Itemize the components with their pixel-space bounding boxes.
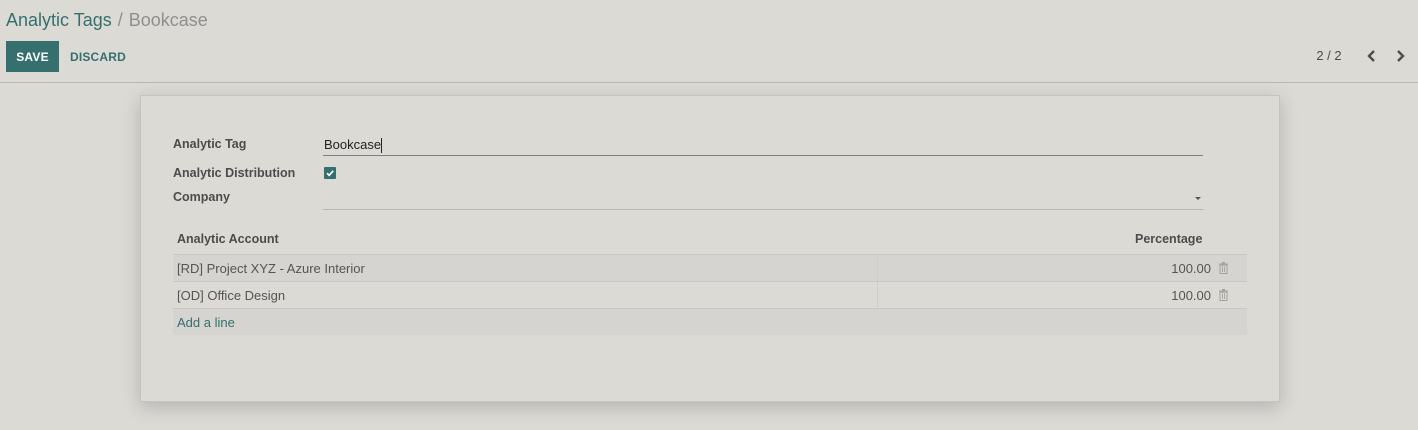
discard-button[interactable]: DISCARD: [62, 41, 134, 72]
control-panel: Analytic Tags / Bookcase SAVE DISCARD 2 / …: [0, 0, 1418, 83]
trash-icon[interactable]: [1218, 289, 1229, 302]
text-cursor: [381, 138, 382, 153]
table-row[interactable]: [RD] Project XYZ - Azure Interior 100.00: [173, 254, 1247, 281]
table-header: Analytic Account Percentage: [173, 224, 1247, 254]
checkmark-icon: [324, 167, 336, 179]
chevron-left-icon: [1362, 46, 1382, 66]
chevron-right-icon: [1390, 46, 1410, 66]
breadcrumb: Analytic Tags / Bookcase: [6, 8, 208, 32]
table-row[interactable]: [OD] Office Design 100.00: [173, 281, 1247, 308]
caret-down-icon: [1195, 197, 1201, 200]
company-select[interactable]: [323, 190, 1203, 210]
analytic-tag-input[interactable]: [323, 134, 1203, 156]
pager-value[interactable]: 2 / 2: [1310, 47, 1348, 65]
breadcrumb-separator: /: [117, 10, 123, 30]
row-percentage[interactable]: 100.00: [1171, 288, 1211, 303]
save-button[interactable]: SAVE: [6, 41, 59, 72]
row-percentage[interactable]: 100.00: [1171, 261, 1211, 276]
trash-icon[interactable]: [1218, 262, 1229, 275]
analytic-distribution-label: Analytic Distribution: [173, 166, 296, 180]
analytic-tag-label: Analytic Tag: [173, 137, 247, 151]
pager-previous-button[interactable]: [1362, 46, 1382, 66]
company-label: Company: [173, 190, 230, 204]
analytic-distribution-checkbox[interactable]: [324, 167, 336, 179]
row-analytic-account[interactable]: [RD] Project XYZ - Azure Interior: [177, 261, 365, 276]
column-divider: [877, 255, 878, 281]
column-header-percentage[interactable]: Percentage: [1135, 232, 1202, 246]
breadcrumb-parent-link[interactable]: Analytic Tags: [6, 10, 112, 30]
column-divider: [877, 282, 878, 308]
add-line-link[interactable]: Add a line: [177, 315, 235, 330]
row-analytic-account[interactable]: [OD] Office Design: [177, 288, 285, 303]
add-line-row: Add a line: [173, 308, 1247, 335]
column-header-analytic-account[interactable]: Analytic Account: [177, 232, 279, 246]
pager-next-button[interactable]: [1390, 46, 1410, 66]
breadcrumb-current: Bookcase: [128, 10, 208, 30]
analytic-distribution-table: Analytic Account Percentage [RD] Project…: [173, 224, 1247, 335]
form-sheet: Analytic Tag Analytic Distribution Compa…: [140, 95, 1280, 402]
